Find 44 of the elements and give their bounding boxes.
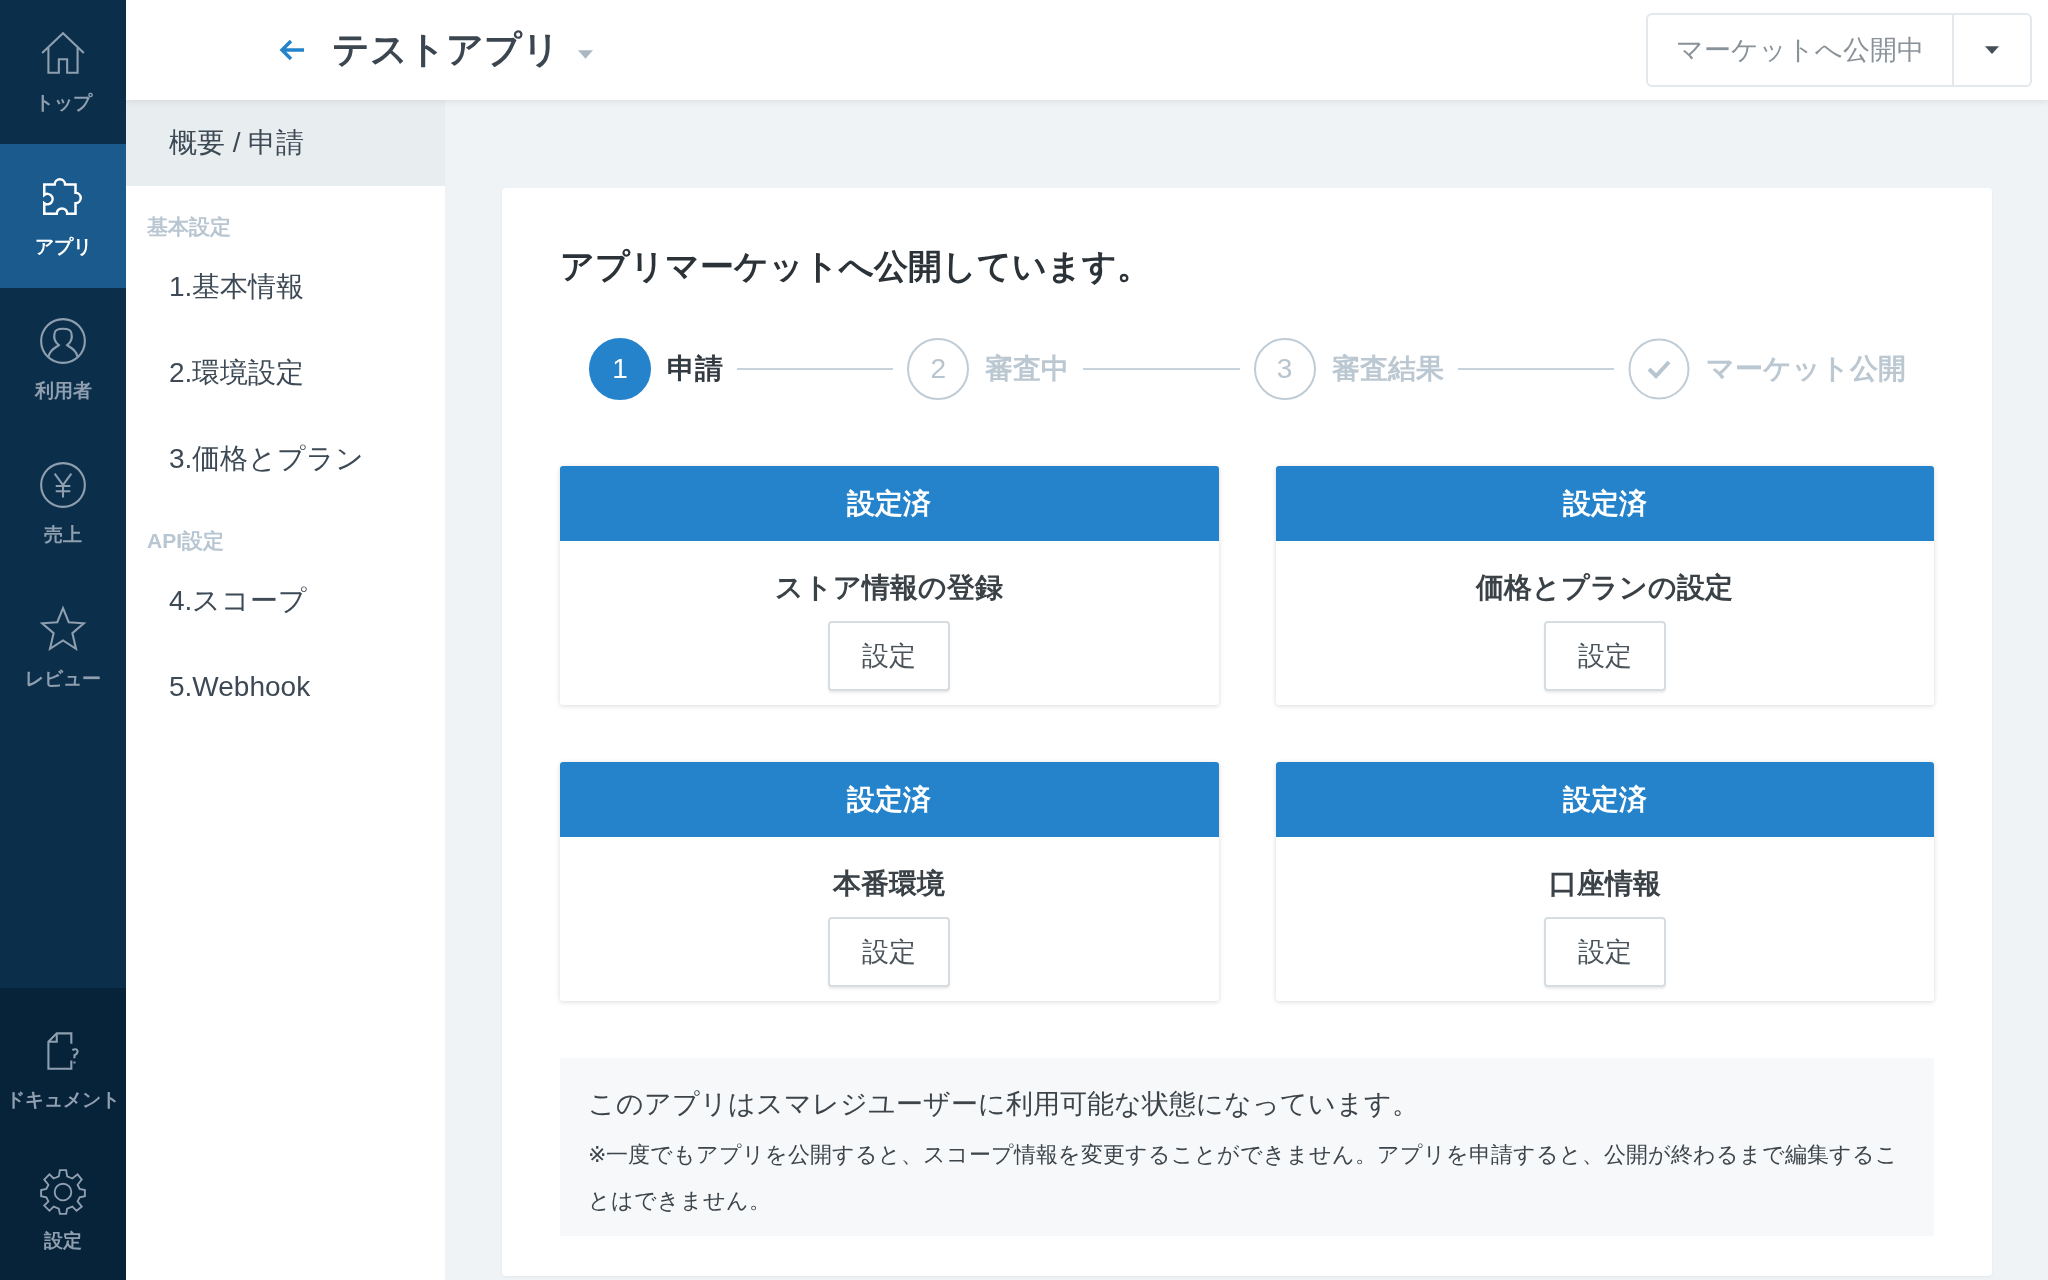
nav-item[interactable]: 売上 [0, 432, 126, 576]
status-banner: 設定済 [560, 762, 1219, 837]
caret-icon[interactable] [578, 50, 593, 60]
notice-message: このアプリはスマレジユーザーに利用可能な状態になっています。 [588, 1088, 1420, 1121]
settings-button[interactable]: 設定 [828, 917, 951, 987]
task-title: ストア情報の登録 [775, 571, 1004, 605]
caret-icon [1985, 45, 1999, 55]
nav-item[interactable]: トップ [0, 0, 126, 144]
yen-icon [38, 460, 88, 510]
notice-note: ※一度でもアプリを公開すると、スコープ情報を変更することができません。アプリを申請すると、公開が終わるまで編集することはできません。 [588, 1141, 1900, 1215]
sidebar-item[interactable]: 1.基本情報 [126, 244, 445, 330]
task-title: 本番環境 [833, 867, 946, 901]
nav-item[interactable]: レビュー [0, 576, 126, 720]
nav-item[interactable]: アプリ [0, 144, 126, 288]
step-number: 3 [1253, 338, 1316, 400]
sidebar-item[interactable]: 5.Webhook [126, 644, 445, 730]
step-number: 1 [589, 338, 651, 400]
step-number: 2 [907, 338, 970, 400]
step-label: マーケット公開 [1706, 352, 1906, 386]
back-arrow-icon[interactable] [278, 38, 306, 62]
nav-item[interactable]: 設定 [0, 1139, 126, 1280]
sidebar-item[interactable]: 概要 / 申請 [126, 100, 445, 186]
page-heading: アプリマーケットへ公開しています。 [560, 246, 1152, 287]
user-icon [38, 316, 88, 366]
settings-button[interactable]: 設定 [1543, 917, 1666, 987]
nav-item[interactable]: 利用者 [0, 288, 126, 432]
section-title: 基本設定 [146, 214, 232, 240]
status-banner: 設定済 [560, 466, 1219, 541]
app-title: テストアプリ [332, 28, 560, 72]
sidebar-item[interactable]: 2.環境設定 [126, 330, 445, 416]
sidebar-item[interactable]: 3.価格とプラン [126, 416, 445, 502]
task-title: 価格とプランの設定 [1476, 571, 1734, 605]
step-label: 申請 [667, 352, 723, 386]
star-icon [38, 604, 88, 654]
settings-button[interactable]: 設定 [1543, 621, 1666, 691]
sidebar-item[interactable]: 4.スコープ [126, 558, 445, 644]
task-title: 口座情報 [1548, 867, 1661, 901]
section-title: API設定 [146, 528, 225, 554]
step-label: 審査中 [985, 352, 1070, 386]
status-banner: 設定済 [1275, 762, 1934, 837]
settings-button[interactable]: 設定 [828, 621, 951, 691]
step-label: 審査結果 [1331, 352, 1444, 386]
status-banner: 設定済 [1275, 466, 1934, 541]
nav-item[interactable]: ドキュメント [0, 998, 126, 1139]
